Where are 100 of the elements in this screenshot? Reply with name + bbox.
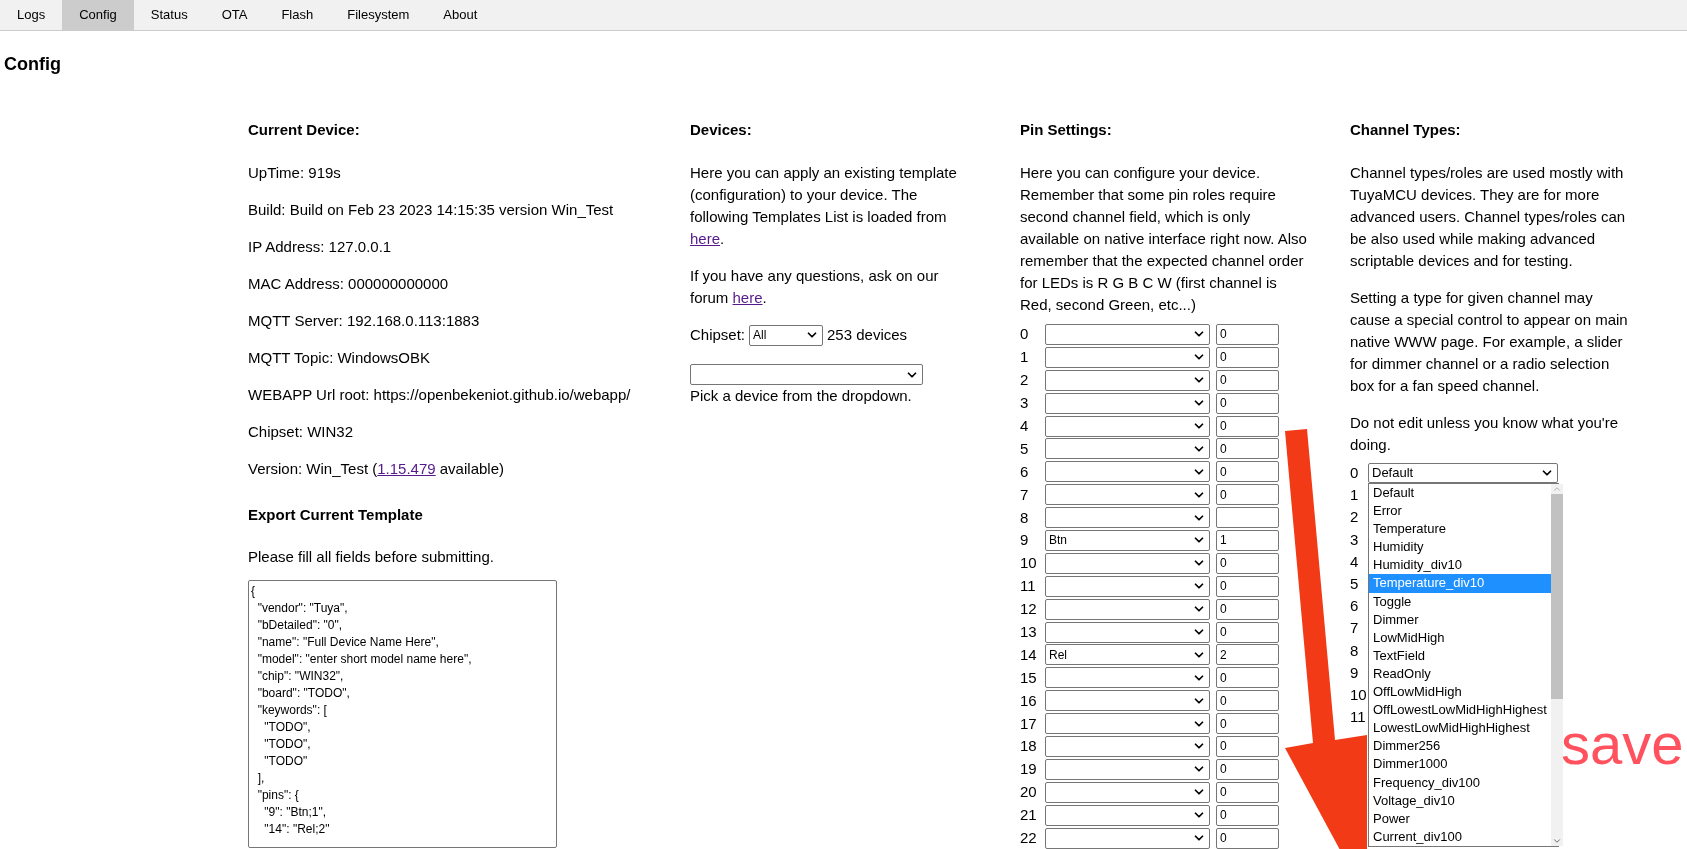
device-info-line: MQTT Server: 192.168.0.113:1883 — [248, 311, 481, 331]
nav-tab[interactable]: About — [426, 0, 495, 30]
channel-input[interactable]: 0 — [1216, 369, 1279, 391]
channel-input[interactable]: 0 — [1216, 461, 1279, 483]
pin-role-select[interactable] — [1045, 667, 1210, 689]
section-heading: Channel Types: — [1350, 120, 1462, 140]
nav-tab[interactable]: Config — [62, 0, 134, 30]
pin-role-select[interactable] — [1045, 461, 1210, 483]
channel-input[interactable]: 0 — [1216, 621, 1279, 643]
pin-number: 6 — [1020, 461, 1030, 482]
pin-number: 13 — [1020, 622, 1038, 642]
channel-input[interactable]: 0 — [1216, 575, 1279, 597]
channel-input[interactable]: 0 — [1216, 827, 1279, 849]
pin-role-select[interactable] — [1045, 621, 1210, 643]
pin-role-select[interactable] — [1045, 438, 1210, 460]
pin-role-select[interactable] — [1045, 827, 1210, 849]
version-link[interactable]: 1.15.479 — [377, 460, 436, 477]
nav-tab[interactable]: Filesystem — [330, 0, 427, 30]
pin-number: 5 — [1020, 438, 1030, 459]
pin-role-select[interactable] — [1045, 575, 1210, 597]
nav-tab[interactable]: OTA — [204, 0, 265, 30]
channel-input[interactable]: 0 — [1216, 690, 1279, 712]
pin-number: 1 — [1020, 347, 1030, 368]
pin-role-select[interactable] — [1045, 392, 1210, 414]
pin-role-select[interactable] — [1045, 598, 1210, 620]
pin-role-select[interactable] — [1045, 346, 1210, 368]
here-link[interactable]: here — [690, 230, 721, 247]
channel-type-select[interactable]: Default — [1368, 463, 1558, 484]
pin-role-select[interactable] — [1045, 735, 1210, 757]
chipset-select[interactable]: All — [749, 324, 824, 346]
channel-input[interactable]: 2 — [1216, 644, 1279, 666]
channel-input[interactable] — [1216, 507, 1279, 529]
pin-role-select[interactable] — [1045, 369, 1210, 391]
here-link[interactable]: here — [732, 289, 763, 306]
pin-number: 7 — [1020, 484, 1030, 505]
pin-role-select[interactable] — [1045, 804, 1210, 826]
device-info-line: UpTime: 919s — [248, 163, 342, 183]
channel-input[interactable]: 0 — [1216, 758, 1279, 780]
channel-types-paragraph: Channel types/roles are used mostly with TuyaMCU devices. They are for more advanced users. Channel types/roles can be also used while making advanced scriptable devices and for testing. — [1350, 163, 1627, 271]
pin-number: 14 — [1020, 644, 1038, 665]
pin-role-select[interactable]: Rel — [1045, 644, 1210, 666]
section-heading: Export Current Template — [248, 505, 424, 525]
channel-input[interactable]: 0 — [1216, 346, 1279, 368]
nav-tab[interactable]: Flash — [264, 0, 331, 30]
pin-role-select[interactable] — [1045, 713, 1210, 735]
pin-role-select[interactable] — [1045, 323, 1210, 345]
pin-number: 12 — [1020, 599, 1038, 620]
device-hint: Pick a device from the dropdown. — [690, 386, 913, 406]
pin-role-select[interactable] — [1045, 552, 1210, 574]
channel-input[interactable]: 0 — [1216, 781, 1279, 803]
channel-input[interactable]: 0 — [1216, 667, 1279, 689]
channel-input[interactable]: 0 — [1216, 713, 1279, 735]
pin-role-select[interactable] — [1045, 415, 1210, 437]
pin-role-select[interactable] — [1045, 484, 1210, 506]
channel-input[interactable]: 1 — [1216, 529, 1279, 551]
channel-input[interactable]: 0 — [1216, 552, 1279, 574]
channel-input[interactable]: 0 — [1216, 804, 1279, 826]
device-info-line: Version: Win_Test (1.15.479 available) — [248, 459, 505, 479]
channel-number: 5 — [1350, 574, 1360, 595]
pin-number: 18 — [1020, 736, 1038, 757]
pin-role-select[interactable] — [1045, 690, 1210, 712]
channel-number: 8 — [1350, 640, 1360, 661]
nav-tab[interactable]: Logs — [0, 0, 63, 30]
device-info-line: MQTT Topic: WindowsOBK — [248, 348, 431, 368]
pin-number: 19 — [1020, 759, 1038, 780]
pin-number: 3 — [1020, 393, 1030, 414]
save-annotation: save — [1561, 715, 1684, 773]
pin-number: 22 — [1020, 828, 1038, 849]
template-textarea[interactable]: { "vendor": "Tuya", "bDetailed": "0", "name": "Full Device Name Here", "model": "enter short model name here", "chip": "WIN32", "board": "TODO", "keywords": [ "TODO", "TODO", "TODO" ], "pins": { "9": "Btn;1", "14": "Rel;2" — [248, 580, 557, 848]
channel-number: 3 — [1350, 529, 1360, 550]
pin-number: 0 — [1020, 324, 1030, 345]
channel-input[interactable]: 0 — [1216, 438, 1279, 460]
channel-number: 2 — [1350, 507, 1360, 528]
pin-number: 16 — [1020, 690, 1038, 711]
channel-input[interactable]: 0 — [1216, 735, 1279, 757]
channel-number: 11 — [1350, 707, 1367, 728]
chipset-label: Chipset: — [690, 325, 746, 345]
nav-tab[interactable]: Status — [133, 0, 205, 30]
channel-input[interactable]: 0 — [1216, 415, 1279, 437]
pin-role-select[interactable]: Btn — [1045, 529, 1210, 551]
pin-role-select[interactable] — [1045, 507, 1210, 529]
device-select[interactable] — [690, 364, 923, 385]
device-info-line: Chipset: WIN32 — [248, 422, 355, 442]
section-heading: Devices: — [690, 120, 753, 140]
pin-number: 8 — [1020, 507, 1030, 528]
pin-role-select[interactable] — [1045, 781, 1210, 803]
channel-input[interactable]: 0 — [1216, 484, 1279, 506]
channel-number: 9 — [1350, 662, 1360, 683]
pin-role-select[interactable] — [1045, 758, 1210, 780]
device-info-line: Build: Build on Feb 23 2023 14:15:35 version Win_Test — [248, 200, 615, 220]
channel-number: 0 — [1350, 463, 1360, 484]
pin-number: 9 — [1020, 530, 1030, 551]
channel-input[interactable]: 0 — [1216, 323, 1279, 345]
pin-number: 11 — [1020, 576, 1037, 597]
channel-number: 4 — [1350, 551, 1360, 572]
channel-input[interactable]: 0 — [1216, 392, 1279, 414]
pin-number: 15 — [1020, 667, 1038, 688]
channel-input[interactable]: 0 — [1216, 598, 1279, 620]
device-info-line: MAC Address: 000000000000 — [248, 274, 450, 294]
pin-number: 10 — [1020, 553, 1038, 574]
